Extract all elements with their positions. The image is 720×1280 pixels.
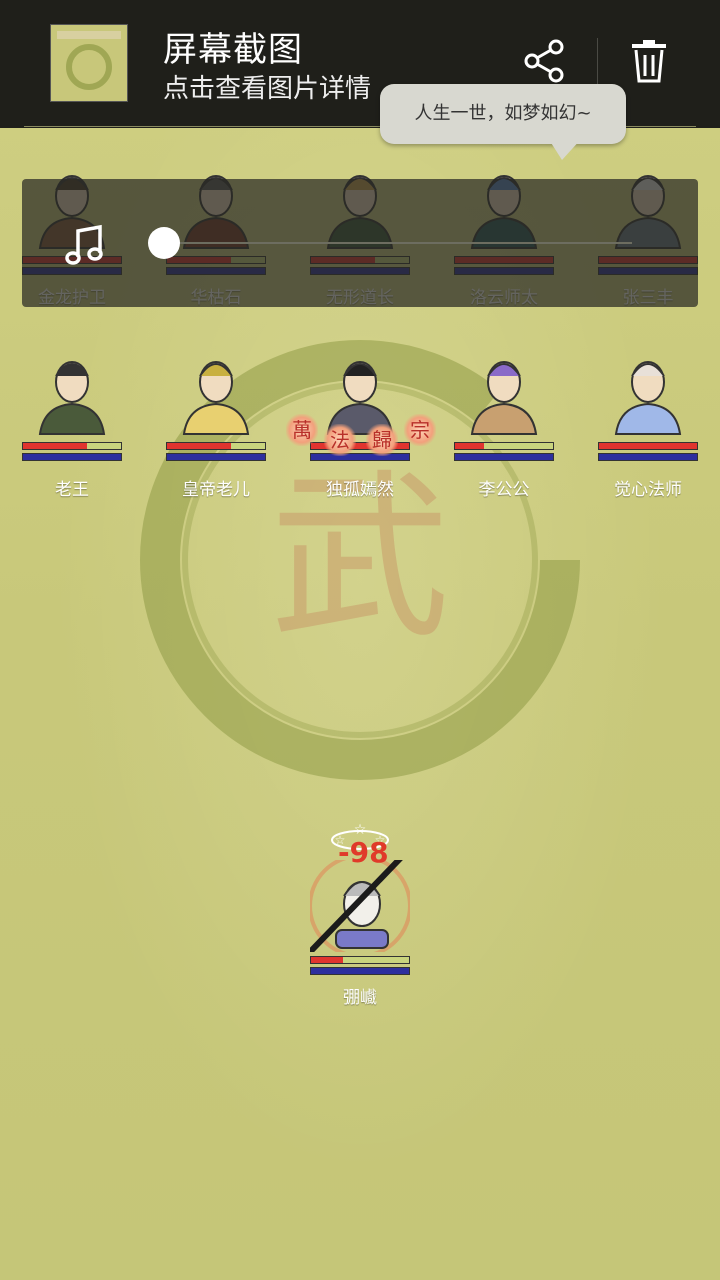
ally-name: 皇帝老儿 — [182, 480, 250, 500]
share-icon[interactable] — [522, 38, 568, 84]
ally-portrait[interactable] — [454, 346, 554, 438]
ally-mp-bar — [598, 453, 698, 461]
speech-bubble: 人生一世，如梦如幻~ — [380, 84, 626, 144]
player-character[interactable]: 弸巇 — [307, 837, 421, 1008]
ally-character[interactable]: 皇帝老儿 — [166, 346, 266, 500]
notification-divider — [597, 38, 598, 84]
ally-character[interactable]: 李公公 — [454, 346, 554, 500]
player-portrait[interactable] — [307, 837, 421, 958]
ally-mp-bar — [166, 453, 266, 461]
ally-mp-bar — [454, 453, 554, 461]
ally-character[interactable]: 老王 — [22, 346, 122, 500]
ally-name: 老王 — [55, 480, 89, 500]
ally-hp-bar — [598, 442, 698, 450]
speech-bubble-tail — [548, 138, 582, 160]
ally-hp-bar — [454, 442, 554, 450]
ally-name: 觉心法师 — [614, 480, 682, 500]
notification-title: 屏幕截图 — [163, 30, 303, 70]
ally-portrait[interactable] — [166, 346, 266, 438]
trash-icon[interactable] — [626, 38, 672, 84]
skill-char: 歸 — [366, 424, 398, 456]
ally-portrait[interactable] — [22, 346, 122, 438]
ally-portrait[interactable] — [598, 346, 698, 438]
skill-char: 宗 — [404, 414, 436, 446]
music-note-icon[interactable] — [62, 223, 106, 267]
ally-character[interactable]: 觉心法师 — [598, 346, 698, 500]
player-hp-bar — [310, 956, 410, 964]
music-progress-knob[interactable] — [148, 227, 180, 259]
damage-number: -98 — [338, 836, 389, 869]
skill-char: 萬 — [286, 414, 318, 446]
ally-hp-bar — [22, 442, 122, 450]
ally-mp-bar — [22, 453, 122, 461]
ally-name: 独孤嫣然 — [326, 480, 394, 500]
music-progress-track[interactable] — [165, 242, 632, 244]
player-mp-bar — [310, 967, 410, 975]
notification-subtitle: 点击查看图片详情 — [163, 74, 372, 104]
ally-name: 李公公 — [478, 480, 530, 500]
skill-char: 法 — [324, 424, 356, 456]
screenshot-thumbnail[interactable] — [50, 24, 128, 102]
player-name: 弸巇 — [343, 988, 377, 1008]
ally-character[interactable]: 独孤嫣然 — [310, 346, 410, 500]
ally-hp-bar — [166, 442, 266, 450]
